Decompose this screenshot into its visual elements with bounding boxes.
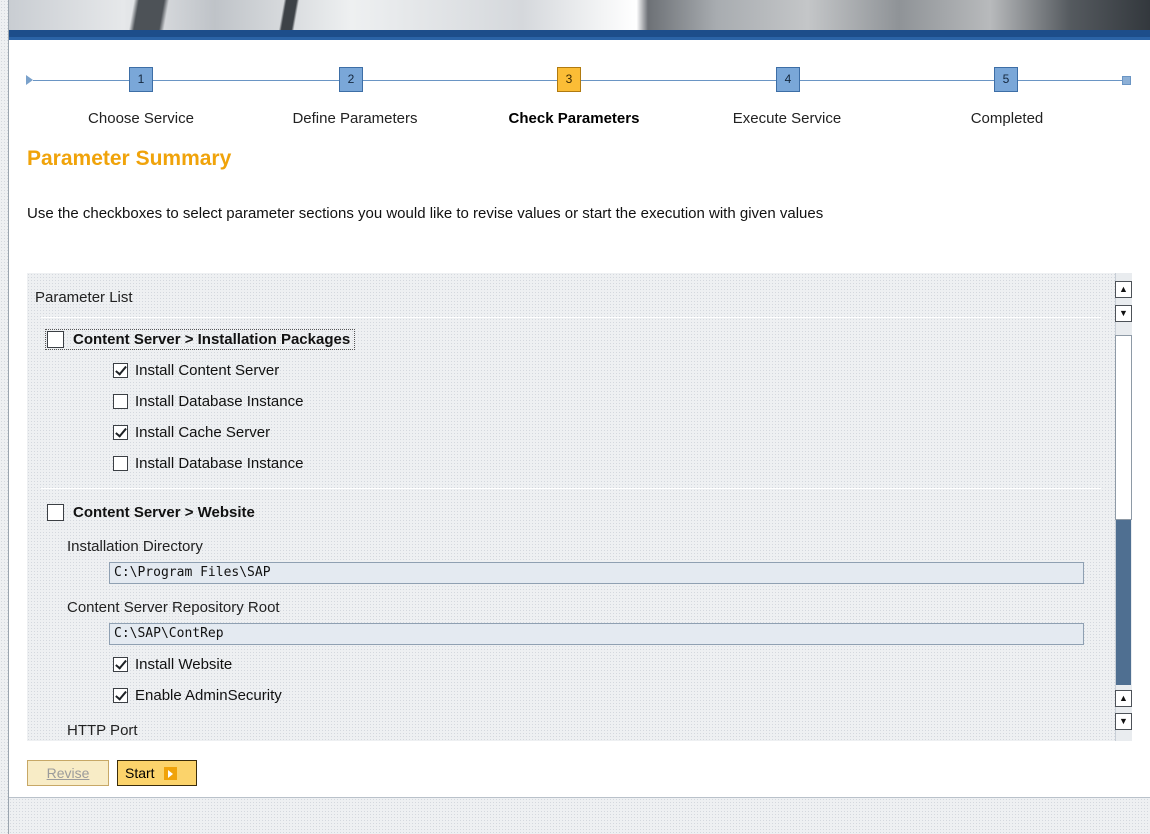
- param-install-database-instance-2[interactable]: Install Database Instance: [113, 455, 303, 472]
- param-label: Install Database Instance: [135, 393, 304, 410]
- roadmap-end-square-icon: [1122, 76, 1131, 85]
- roadmap-step-5[interactable]: 5: [994, 67, 1018, 92]
- scrollbar-position-fill: [1116, 520, 1131, 685]
- start-button-label: Start: [125, 765, 155, 781]
- section-checkbox-website[interactable]: [47, 504, 64, 521]
- param-label: Install Content Server: [135, 362, 280, 379]
- checkbox-checked[interactable]: [113, 425, 128, 440]
- http-port-label: HTTP Port: [67, 722, 138, 739]
- param-label: Install Website: [135, 656, 233, 673]
- scrollbar-thumb[interactable]: [1115, 335, 1132, 520]
- start-button[interactable]: Start: [117, 760, 197, 786]
- roadmap-step-2[interactable]: 2: [339, 67, 363, 92]
- parameter-section-website: Content Server > Website Installation Di…: [41, 488, 1101, 741]
- instruction-text: Use the checkboxes to select parameter s…: [27, 205, 824, 222]
- roadmap-start-arrow-icon: [26, 75, 33, 85]
- status-bar: [9, 797, 1150, 834]
- roadmap-step-3-label[interactable]: Check Parameters: [509, 110, 640, 127]
- roadmap-step-2-label[interactable]: Define Parameters: [292, 110, 417, 127]
- revise-button[interactable]: Revise: [27, 760, 109, 786]
- checkbox-unchecked[interactable]: [113, 456, 128, 471]
- scroll-down-top-arrow-icon[interactable]: ▼: [1115, 305, 1132, 322]
- section-header-installation-packages: Content Server > Installation Packages: [44, 329, 356, 350]
- param-install-content-server[interactable]: Install Content Server: [113, 362, 279, 379]
- roadmap-step-4[interactable]: 4: [776, 67, 800, 92]
- page-title: Parameter Summary: [27, 147, 232, 170]
- header-banner-bar: [9, 30, 1150, 40]
- section-checkbox-installation-packages[interactable]: [47, 331, 64, 348]
- section-title: Content Server > Installation Packages: [73, 331, 351, 348]
- installation-directory-label: Installation Directory: [67, 538, 203, 555]
- param-install-website[interactable]: Install Website: [113, 656, 232, 673]
- page-left-border: [8, 0, 9, 834]
- roadmap-step-5-label[interactable]: Completed: [971, 110, 1044, 127]
- checkbox-checked[interactable]: [113, 688, 128, 703]
- param-label: Install Cache Server: [135, 424, 271, 441]
- installation-directory-field: C:\Program Files\SAP: [109, 562, 1084, 584]
- param-label: Install Database Instance: [135, 455, 304, 472]
- roadmap-step-1[interactable]: 1: [129, 67, 153, 92]
- banner-decoration: [104, 0, 199, 30]
- parameter-list-panel: Parameter List Content Server > Installa…: [27, 273, 1115, 741]
- parameter-section-installation-packages: Content Server > Installation Packages I…: [41, 317, 1101, 483]
- param-install-database-instance[interactable]: Install Database Instance: [113, 393, 303, 410]
- param-install-cache-server[interactable]: Install Cache Server: [113, 424, 270, 441]
- banner-decoration: [279, 0, 299, 30]
- param-enable-adminsecurity[interactable]: Enable AdminSecurity: [113, 687, 282, 704]
- checkbox-checked[interactable]: [113, 363, 128, 378]
- checkbox-unchecked[interactable]: [113, 394, 128, 409]
- roadmap-step-4-label[interactable]: Execute Service: [733, 110, 841, 127]
- repository-root-field: C:\SAP\ContRep: [109, 623, 1084, 645]
- scroll-down-bottom-arrow-icon[interactable]: ▼: [1115, 713, 1132, 730]
- roadmap-step-3-current[interactable]: 3: [557, 67, 581, 92]
- section-header-website: Content Server > Website: [47, 504, 255, 521]
- roadmap-step-1-label[interactable]: Choose Service: [88, 110, 194, 127]
- play-arrow-icon: [163, 766, 177, 780]
- scroll-up-bottom-arrow-icon[interactable]: ▲: [1115, 690, 1132, 707]
- checkbox-checked[interactable]: [113, 657, 128, 672]
- parameter-list-title: Parameter List: [35, 289, 133, 306]
- scroll-up-top-arrow-icon[interactable]: ▲: [1115, 281, 1132, 298]
- repository-root-label: Content Server Repository Root: [67, 599, 280, 616]
- param-label: Enable AdminSecurity: [135, 687, 282, 704]
- section-title: Content Server > Website: [73, 504, 255, 521]
